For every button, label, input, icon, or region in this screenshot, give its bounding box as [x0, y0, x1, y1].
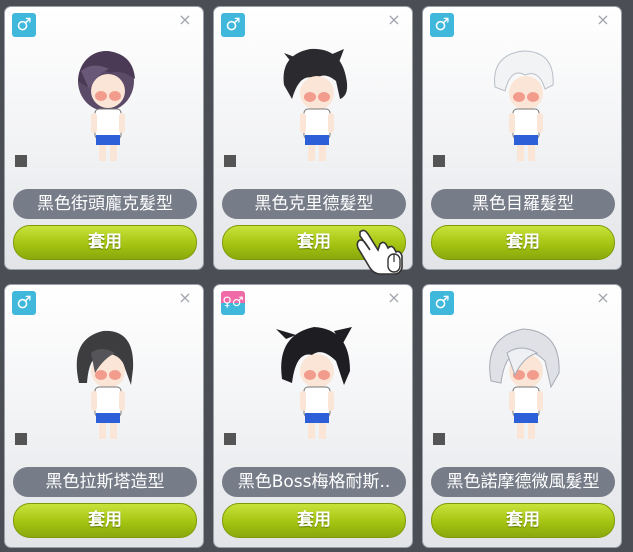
hair-card: ♂ × 黑色諾摩德微風髮型 套用 — [422, 284, 622, 548]
hair-card: ♂ × 黑色街頭龐克髮型 套用 — [4, 6, 204, 270]
hair-style-grid: ♂ × 黑色街頭龐克髮型 套用 ♂ × 黑色克里德髮型 套用 ♂ × 黑色目羅髮… — [0, 0, 633, 552]
hair-name-label: 黑色Boss梅格耐斯.. — [222, 467, 406, 497]
color-swatch — [224, 433, 236, 445]
apply-button[interactable]: 套用 — [431, 225, 615, 260]
character-avatar — [494, 50, 554, 161]
male-gender-icon: ♂ — [430, 13, 454, 37]
hair-name-label: 黑色目羅髮型 — [431, 189, 615, 219]
male-gender-icon: ♂ — [430, 291, 454, 315]
color-swatch — [224, 155, 236, 167]
hair-name-label: 黑色克里德髮型 — [222, 189, 406, 219]
close-icon[interactable]: × — [176, 289, 194, 307]
close-icon[interactable]: × — [385, 289, 403, 307]
character-avatar — [283, 48, 348, 161]
character-avatar — [78, 51, 135, 161]
hair-name-label: 黑色拉斯塔造型 — [13, 467, 197, 497]
male-gender-icon: ♂ — [221, 13, 245, 37]
character-avatar — [76, 330, 134, 439]
color-swatch — [433, 155, 445, 167]
close-icon[interactable]: × — [385, 11, 403, 29]
close-icon[interactable]: × — [594, 11, 612, 29]
color-swatch — [15, 155, 27, 167]
color-swatch — [433, 433, 445, 445]
unisex-gender-icon: ♀♂ — [221, 291, 245, 315]
male-gender-icon: ♂ — [12, 291, 36, 315]
hair-name-label: 黑色街頭龐克髮型 — [13, 189, 197, 219]
hand-pointer-icon — [356, 229, 403, 275]
apply-button[interactable]: 套用 — [431, 503, 615, 538]
character-avatar — [276, 327, 352, 439]
hair-card: ♂ × 黑色拉斯塔造型 套用 — [4, 284, 204, 548]
apply-button[interactable]: 套用 — [13, 225, 197, 260]
character-avatar — [489, 328, 560, 439]
male-gender-icon: ♂ — [12, 13, 36, 37]
hair-name-label: 黑色諾摩德微風髮型 — [431, 467, 615, 497]
close-icon[interactable]: × — [594, 289, 612, 307]
color-swatch — [15, 433, 27, 445]
close-icon[interactable]: × — [176, 11, 194, 29]
hair-card: ♂ × 黑色目羅髮型 套用 — [422, 6, 622, 270]
apply-button[interactable]: 套用 — [222, 503, 406, 538]
hair-card: ♀♂ × 黑色Boss梅格耐斯.. 套用 — [213, 284, 413, 548]
apply-button[interactable]: 套用 — [13, 503, 197, 538]
